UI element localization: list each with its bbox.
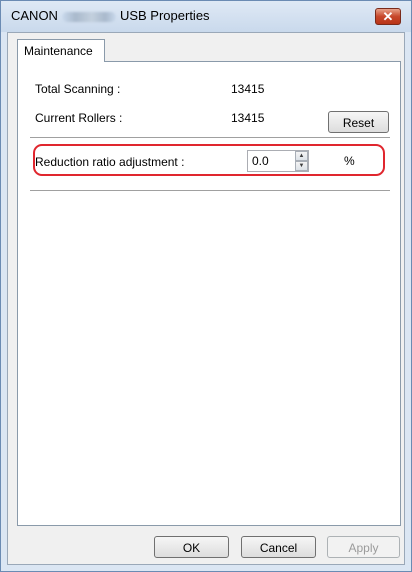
window-title-suffix: USB Properties [119,8,210,23]
close-icon: ✕ [382,9,394,24]
ok-button[interactable]: OK [154,536,229,558]
total-scanning-value: 13415 [231,82,265,96]
separator-top [30,137,390,139]
reduction-ratio-label: Reduction ratio adjustment : [35,155,185,169]
reset-button[interactable]: Reset [328,111,389,133]
maintenance-panel: Total Scanning : 13415 Current Rollers :… [17,61,401,526]
current-rollers-label: Current Rollers : [35,111,123,125]
tab-label: Maintenance [24,44,93,58]
cancel-button[interactable]: Cancel [241,536,316,558]
reduction-ratio-spinner[interactable]: 0.0 ▲ ▼ [247,150,309,172]
title-bar[interactable]: CANON USB Properties ✕ [1,1,411,32]
properties-dialog: CANON USB Properties ✕ Maintenance Total … [0,0,412,572]
total-scanning-label: Total Scanning : [35,82,121,96]
apply-button[interactable]: Apply [327,536,400,558]
redacted-model-name [61,11,116,22]
reduction-ratio-value[interactable]: 0.0 [252,154,269,168]
window-title: CANON USB Properties [11,8,210,23]
spin-up-arrow-icon[interactable]: ▲ [295,151,308,161]
close-button[interactable]: ✕ [375,8,401,25]
tab-maintenance[interactable]: Maintenance [17,39,105,62]
current-rollers-value: 13415 [231,111,265,125]
dialog-client-area: Maintenance Total Scanning : 13415 Curre… [7,32,405,565]
separator-bottom [30,190,390,192]
window-title-prefix: CANON [11,8,58,23]
reduction-ratio-unit: % [344,154,355,168]
spin-down-arrow-icon[interactable]: ▼ [295,161,308,171]
